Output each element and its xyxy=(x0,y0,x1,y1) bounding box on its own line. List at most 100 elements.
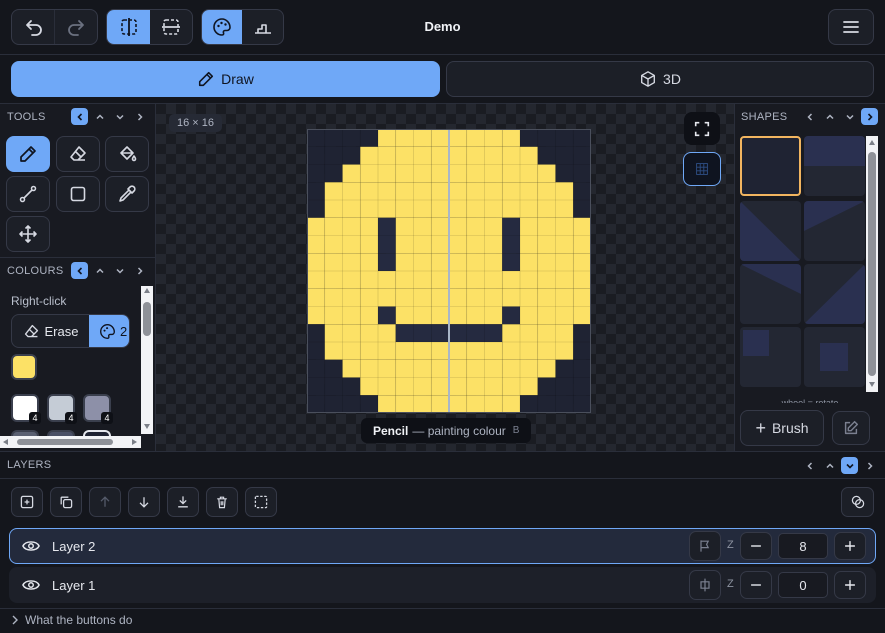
pixel-cell[interactable] xyxy=(573,324,591,342)
pixel-cell[interactable] xyxy=(502,182,520,200)
pixel-cell[interactable] xyxy=(360,217,378,236)
pixel-cell[interactable] xyxy=(555,129,574,147)
z-increment-button[interactable] xyxy=(834,571,866,599)
height-view-button[interactable] xyxy=(242,10,283,44)
pixel-cell[interactable] xyxy=(449,129,467,147)
pixel-cell[interactable] xyxy=(449,200,467,218)
colour-swatch[interactable]: 4 xyxy=(83,394,113,424)
pixel-cell[interactable] xyxy=(449,235,467,254)
pixel-cell[interactable] xyxy=(342,200,361,218)
pixel-cell[interactable] xyxy=(484,129,503,147)
tools-move-down[interactable] xyxy=(111,108,128,125)
pixel-cell[interactable] xyxy=(449,271,467,289)
pixel-cell[interactable] xyxy=(466,377,485,396)
pixel-cell[interactable] xyxy=(502,288,520,307)
pixel-cell[interactable] xyxy=(484,359,503,378)
pixel-cell[interactable] xyxy=(520,200,538,218)
pixel-cell[interactable] xyxy=(466,359,485,378)
pixel-cell[interactable] xyxy=(342,342,361,360)
pixel-cell[interactable] xyxy=(360,324,378,342)
pixel-cell[interactable] xyxy=(431,182,449,200)
pixel-cell[interactable] xyxy=(555,164,574,183)
pixel-cell[interactable] xyxy=(449,324,467,342)
pixel-cell[interactable] xyxy=(395,377,414,396)
pixel-cell[interactable] xyxy=(520,217,538,236)
tools-collapse-left[interactable] xyxy=(71,108,88,125)
tools-collapse-right[interactable] xyxy=(131,108,148,125)
pixel-cell[interactable] xyxy=(502,235,520,254)
pixel-cell[interactable] xyxy=(431,217,449,236)
tools-move-up[interactable] xyxy=(91,108,108,125)
pixel-cell[interactable] xyxy=(555,146,574,165)
z-increment-button[interactable] xyxy=(834,532,866,560)
pixel-cell[interactable] xyxy=(324,200,343,218)
pixel-cell[interactable] xyxy=(342,182,361,200)
pixel-cell[interactable] xyxy=(449,146,467,165)
eye-icon[interactable] xyxy=(22,538,40,554)
z-decrement-button[interactable] xyxy=(740,532,772,560)
pixel-cell[interactable] xyxy=(502,342,520,360)
pixel-cell[interactable] xyxy=(378,359,396,378)
scrollbar-thumb[interactable] xyxy=(17,439,113,445)
pixel-cell[interactable] xyxy=(555,217,574,236)
pixel-cell[interactable] xyxy=(449,395,467,413)
scroll-right-arrow-icon[interactable] xyxy=(132,439,137,445)
layers-collapse-down[interactable] xyxy=(841,457,858,474)
pixel-cell[interactable] xyxy=(484,324,503,342)
pixel-cell[interactable] xyxy=(360,271,378,289)
pixel-cell[interactable] xyxy=(484,182,503,200)
pixel-cell[interactable] xyxy=(307,377,325,396)
pixel-cell[interactable] xyxy=(378,377,396,396)
pixel-cell[interactable] xyxy=(573,342,591,360)
eraser-tool[interactable] xyxy=(56,136,100,172)
shape-triangle-bottom[interactable] xyxy=(804,264,865,324)
pixel-cell[interactable] xyxy=(537,182,556,200)
pencil-tool[interactable] xyxy=(6,136,50,172)
pixel-cell[interactable] xyxy=(413,129,432,147)
pixel-cell[interactable] xyxy=(449,217,467,236)
pixel-cell[interactable] xyxy=(466,217,485,236)
shapes-collapse-left[interactable] xyxy=(801,108,818,125)
shape-center-square[interactable] xyxy=(804,327,865,387)
pixel-cell[interactable] xyxy=(537,342,556,360)
pixel-cell[interactable] xyxy=(413,200,432,218)
pixel-cell[interactable] xyxy=(395,182,414,200)
right-click-colour-button[interactable]: 2 xyxy=(89,315,129,347)
pixel-cell[interactable] xyxy=(342,164,361,183)
brush-button[interactable]: + Brush xyxy=(740,410,824,446)
pixel-cell[interactable] xyxy=(324,146,343,165)
pixel-cell[interactable] xyxy=(395,235,414,254)
z-input[interactable]: 0 xyxy=(778,572,828,598)
pixel-cell[interactable] xyxy=(466,253,485,271)
pixel-cell[interactable] xyxy=(537,146,556,165)
pixel-cell[interactable] xyxy=(431,164,449,183)
pixel-cell[interactable] xyxy=(431,235,449,254)
pixel-cell[interactable] xyxy=(555,342,574,360)
selected-colour-swatch[interactable] xyxy=(11,354,37,380)
pixel-cell[interactable] xyxy=(520,288,538,307)
undo-button[interactable] xyxy=(12,10,55,44)
pixel-cell[interactable] xyxy=(466,324,485,342)
pixel-cell[interactable] xyxy=(573,235,591,254)
pixel-cell[interactable] xyxy=(555,200,574,218)
pixel-cell[interactable] xyxy=(573,200,591,218)
pixel-cell[interactable] xyxy=(413,217,432,236)
pixel-cell[interactable] xyxy=(449,377,467,396)
pixel-cell[interactable] xyxy=(573,377,591,396)
pixel-cell[interactable] xyxy=(360,395,378,413)
pixel-cell[interactable] xyxy=(360,253,378,271)
pixel-cell[interactable] xyxy=(395,288,414,307)
pixel-cell[interactable] xyxy=(395,271,414,289)
palette-view-button[interactable] xyxy=(202,10,242,44)
pixel-cell[interactable] xyxy=(573,306,591,325)
pixel-cell[interactable] xyxy=(502,164,520,183)
pixel-cell[interactable] xyxy=(307,182,325,200)
scroll-up-arrow-icon[interactable] xyxy=(869,140,875,145)
edit-shape-button[interactable] xyxy=(832,411,870,445)
pixel-cell[interactable] xyxy=(537,164,556,183)
layer-2-anchor-button[interactable] xyxy=(689,531,721,561)
pixel-cell[interactable] xyxy=(413,235,432,254)
pixel-cell[interactable] xyxy=(307,395,325,413)
pixel-cell[interactable] xyxy=(307,200,325,218)
pixel-cell[interactable] xyxy=(502,146,520,165)
